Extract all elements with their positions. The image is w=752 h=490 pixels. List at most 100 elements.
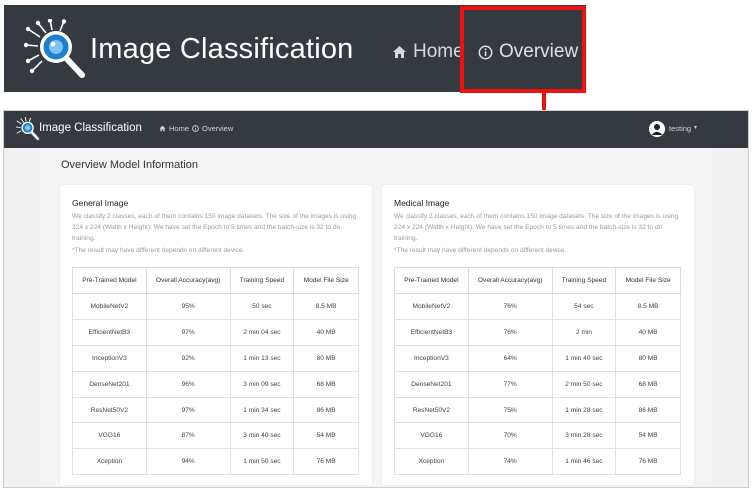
table-row: VGG16 70% 3 min 28 sec 54 MB bbox=[394, 422, 681, 450]
top-navbar: Image Classification Home Overview testi… bbox=[4, 111, 748, 148]
training-speed-cell: 1 min 13 sec bbox=[229, 344, 295, 372]
table-header-row: Pre-Trained Model Overall Accuracy(avg) … bbox=[394, 267, 681, 294]
column-header: Training Speed bbox=[551, 267, 617, 294]
file-size-cell: 80 MB bbox=[293, 344, 359, 372]
training-speed-cell: 50 sec bbox=[229, 293, 295, 320]
user-avatar-icon[interactable] bbox=[649, 121, 665, 137]
table-row: DenseNet201 77% 2 min 50 sec 68 MB bbox=[394, 370, 681, 398]
model-name-cell: InceptionV3 bbox=[72, 344, 147, 372]
training-speed-cell: 2 min bbox=[551, 318, 617, 346]
file-size-cell: 80 MB bbox=[615, 344, 681, 372]
card-title: Medical Image bbox=[394, 198, 450, 208]
nav-home[interactable]: Home bbox=[159, 124, 189, 133]
general-image-card: General Image We classify 2 classes, eac… bbox=[60, 185, 372, 485]
model-name-cell: ResNet50V2 bbox=[72, 396, 147, 424]
page-screenshot: Image Classification Home Overview testi… bbox=[3, 110, 749, 488]
column-header: Pre-Trained Model bbox=[72, 267, 147, 294]
column-header: Model File Size bbox=[293, 267, 359, 294]
accuracy-cell: 94% bbox=[145, 448, 231, 476]
model-name-cell: MobileNetV2 bbox=[394, 293, 469, 320]
file-size-cell: 54 MB bbox=[615, 422, 681, 450]
magnifier-circuit-logo-icon[interactable] bbox=[15, 116, 41, 141]
nav-overview-label: Overview bbox=[202, 124, 234, 133]
column-header: Training Speed bbox=[229, 267, 295, 294]
table-row: InceptionV3 64% 1 min 40 sec 80 MB bbox=[394, 344, 681, 372]
table-row: Xception 94% 1 min 50 sec 76 MB bbox=[72, 448, 359, 476]
table-row: Xception 74% 1 min 46 sec 76 MB bbox=[394, 448, 681, 476]
card-title: General Image bbox=[72, 198, 129, 208]
training-speed-cell: 3 min 40 sec bbox=[229, 422, 295, 450]
file-size-cell: 86 MB bbox=[293, 396, 359, 424]
table-row: VGG16 87% 3 min 40 sec 54 MB bbox=[72, 422, 359, 450]
accuracy-cell: 75% bbox=[467, 396, 553, 424]
home-icon bbox=[159, 125, 166, 132]
training-speed-cell: 3 min 28 sec bbox=[551, 422, 617, 450]
model-name-cell: DenseNet201 bbox=[394, 370, 469, 398]
accuracy-cell: 92% bbox=[145, 344, 231, 372]
file-size-cell: 68 MB bbox=[615, 370, 681, 398]
file-size-cell: 8.5 MB bbox=[615, 293, 681, 320]
file-size-cell: 76 MB bbox=[293, 448, 359, 476]
chevron-down-icon[interactable]: ▾ bbox=[694, 124, 697, 131]
home-icon bbox=[392, 45, 407, 59]
card-description: We classify 2 classes, each of them cont… bbox=[72, 211, 362, 256]
table-row: DenseNet201 96% 3 min 09 sec 68 MB bbox=[72, 370, 359, 398]
banner-app-title: Image Classification bbox=[90, 33, 354, 65]
table-header-row: Pre-Trained Model Overall Accuracy(avg) … bbox=[72, 267, 359, 294]
nav-overview[interactable]: Overview bbox=[192, 124, 233, 133]
model-name-cell: Xception bbox=[394, 448, 469, 476]
training-speed-cell: 2 min 50 sec bbox=[551, 370, 617, 398]
model-name-cell: VGG16 bbox=[394, 422, 469, 450]
card-description-text: We classify 2 classes, each of them cont… bbox=[394, 213, 679, 243]
model-name-cell: VGG16 bbox=[72, 422, 147, 450]
table-row: ResNet50V2 97% 1 min 34 sec 86 MB bbox=[72, 396, 359, 424]
training-speed-cell: 2 min 04 sec bbox=[229, 318, 295, 346]
accuracy-cell: 76% bbox=[467, 318, 553, 346]
training-speed-cell: 54 sec bbox=[551, 293, 617, 320]
app-title[interactable]: Image Classification bbox=[39, 122, 142, 134]
table-row: EfficientNetB3 76% 2 min 40 MB bbox=[394, 318, 681, 346]
model-name-cell: EfficientNetB3 bbox=[72, 318, 147, 346]
training-speed-cell: 1 min 34 sec bbox=[229, 396, 295, 424]
table-row: MobileNetV2 95% 50 sec 8.5 MB bbox=[72, 293, 359, 320]
table-row: ResNet50V2 75% 1 min 28 sec 86 MB bbox=[394, 396, 681, 424]
training-speed-cell: 1 min 40 sec bbox=[551, 344, 617, 372]
file-size-cell: 8.5 MB bbox=[293, 293, 359, 320]
nav-home-label: Home bbox=[169, 124, 190, 133]
accuracy-cell: 87% bbox=[145, 422, 231, 450]
column-header: Overall Accuracy(avg) bbox=[467, 267, 553, 294]
medical-model-table: Pre-Trained Model Overall Accuracy(avg) … bbox=[394, 267, 681, 476]
medical-image-card: Medical Image We classify 2 classes, eac… bbox=[382, 185, 694, 485]
card-note: *The result may have different depends o… bbox=[394, 246, 567, 254]
file-size-cell: 86 MB bbox=[615, 396, 681, 424]
accuracy-cell: 64% bbox=[467, 344, 553, 372]
accuracy-cell: 74% bbox=[467, 448, 553, 476]
training-speed-cell: 1 min 28 sec bbox=[551, 396, 617, 424]
model-name-cell: MobileNetV2 bbox=[72, 293, 147, 320]
file-size-cell: 40 MB bbox=[293, 318, 359, 346]
table-row: MobileNetV2 76% 54 sec 8.5 MB bbox=[394, 293, 681, 320]
file-size-cell: 68 MB bbox=[293, 370, 359, 398]
column-header: Overall Accuracy(avg) bbox=[145, 267, 231, 294]
banner-nav-home-label: Home bbox=[413, 41, 464, 62]
training-speed-cell: 3 min 09 sec bbox=[229, 370, 295, 398]
accuracy-cell: 70% bbox=[467, 422, 553, 450]
training-speed-cell: 1 min 46 sec bbox=[551, 448, 617, 476]
table-row: InceptionV3 92% 1 min 13 sec 80 MB bbox=[72, 344, 359, 372]
banner-nav-home[interactable]: Home bbox=[392, 41, 464, 63]
file-size-cell: 76 MB bbox=[615, 448, 681, 476]
info-circle-icon bbox=[192, 125, 199, 132]
general-model-table: Pre-Trained Model Overall Accuracy(avg) … bbox=[72, 267, 359, 476]
accuracy-cell: 96% bbox=[145, 370, 231, 398]
page-title: Overview Model Information bbox=[61, 159, 198, 171]
column-header: Model File Size bbox=[615, 267, 681, 294]
training-speed-cell: 1 min 50 sec bbox=[229, 448, 295, 476]
user-menu-name[interactable]: testing bbox=[669, 124, 691, 133]
accuracy-cell: 77% bbox=[467, 370, 553, 398]
highlight-box bbox=[460, 6, 586, 93]
file-size-cell: 54 MB bbox=[293, 422, 359, 450]
table-row: EfficientNetB3 97% 2 min 04 sec 40 MB bbox=[72, 318, 359, 346]
column-header: Pre-Trained Model bbox=[394, 267, 469, 294]
model-name-cell: ResNet50V2 bbox=[394, 396, 469, 424]
card-note: *The result may have different depends o… bbox=[72, 246, 245, 254]
